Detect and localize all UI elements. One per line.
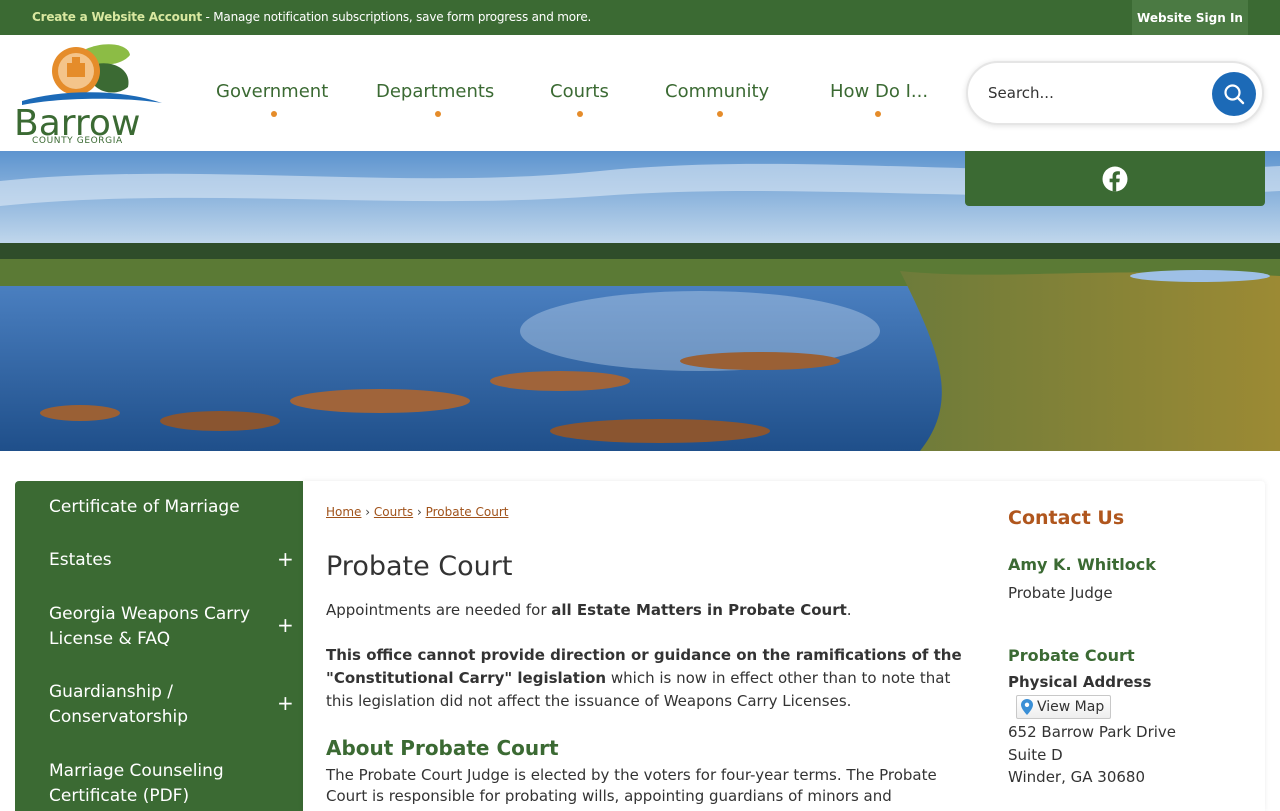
contact-role: Probate Judge — [1008, 584, 1113, 602]
contact-department: Probate Court — [1008, 646, 1135, 665]
breadcrumb-courts[interactable]: Courts — [374, 505, 413, 519]
nav-how-do-i[interactable]: How Do I... — [830, 81, 928, 102]
top-bar: Create a Website Account - Manage notifi… — [0, 0, 1280, 35]
expand-guardianship-button[interactable]: + — [277, 691, 294, 715]
view-map-button[interactable]: View Map — [1016, 695, 1112, 719]
breadcrumb-separator: › — [416, 505, 422, 519]
sidebar-item-estates[interactable]: Estates — [49, 548, 279, 573]
address-line-street: 652 Barrow Park Drive — [1008, 723, 1177, 741]
barrow-county-logo[interactable]: Barrow COUNTY GEORGIA — [12, 41, 178, 146]
nav-community[interactable]: Community — [665, 81, 769, 102]
contact-us-heading: Contact Us — [1008, 507, 1125, 529]
nav-courts[interactable]: Courts — [550, 81, 609, 102]
nav-departments[interactable]: Departments — [376, 81, 494, 102]
map-pin-icon — [1021, 699, 1033, 715]
appointments-notice: Appointments are needed for all Estate M… — [326, 601, 852, 619]
account-message: Create a Website Account - Manage notifi… — [32, 10, 591, 24]
search-button[interactable] — [1212, 72, 1256, 116]
search-box — [966, 61, 1264, 125]
constitutional-carry-notice: This office cannot provide direction or … — [326, 644, 966, 713]
appointments-text: Appointments are needed for — [326, 601, 552, 619]
appointments-period: . — [846, 601, 852, 619]
search-input[interactable] — [988, 79, 1188, 107]
nav-courts-indicator — [577, 111, 583, 117]
account-description: - Manage notification subscriptions, sav… — [201, 10, 592, 24]
expand-estates-button[interactable]: + — [277, 547, 294, 571]
facebook-icon[interactable] — [1102, 166, 1128, 192]
address-line-city: Winder, GA 30680 — [1008, 768, 1145, 786]
site-header: Barrow COUNTY GEORGIA Government Departm… — [0, 35, 1280, 151]
appointments-emphasis: all Estate Matters in Probate Court — [551, 601, 847, 619]
nav-departments-indicator — [435, 111, 441, 117]
svg-text:COUNTY GEORGIA: COUNTY GEORGIA — [32, 136, 123, 145]
logo-graphic: Barrow COUNTY GEORGIA — [14, 44, 162, 146]
contact-name-link[interactable]: Amy K. Whitlock — [1008, 555, 1156, 574]
sidebar-item-guardianship[interactable]: Guardianship / Conservatorship — [49, 680, 279, 730]
breadcrumb: Home › Courts › Probate Court — [326, 505, 508, 519]
search-icon — [1224, 84, 1245, 105]
about-probate-court-text: The Probate Court Judge is elected by th… — [326, 766, 937, 805]
create-account-link[interactable]: Create a Website Account — [32, 10, 202, 24]
nav-how-do-i-indicator — [875, 111, 881, 117]
sidebar-item-marriage-counseling-certificate[interactable]: Marriage Counseling Certificate (PDF) — [49, 759, 279, 809]
sidebar-item-weapons-carry-license[interactable]: Georgia Weapons Carry License & FAQ — [49, 602, 279, 652]
breadcrumb-probate-court[interactable]: Probate Court — [426, 505, 509, 519]
page-title: Probate Court — [326, 551, 513, 582]
social-media-tab — [965, 151, 1265, 206]
sidebar-navigation: Certificate of Marriage Estates + Georgi… — [15, 481, 303, 811]
nav-government[interactable]: Government — [216, 81, 328, 102]
physical-address-label: Physical Address — [1008, 673, 1152, 691]
main-content: Home › Courts › Probate Court Probate Co… — [303, 481, 1265, 811]
breadcrumb-separator: › — [365, 505, 371, 519]
sidebar-item-certificate-of-marriage[interactable]: Certificate of Marriage — [49, 495, 279, 520]
view-map-label: View Map — [1037, 699, 1105, 715]
address-line-suite: Suite D — [1008, 746, 1063, 764]
breadcrumb-home[interactable]: Home — [326, 505, 361, 519]
website-sign-in-button[interactable]: Website Sign In — [1132, 0, 1248, 35]
expand-weapons-carry-button[interactable]: + — [277, 613, 294, 637]
nav-community-indicator — [717, 111, 723, 117]
about-probate-court-heading: About Probate Court — [326, 736, 559, 760]
nav-government-indicator — [271, 111, 277, 117]
